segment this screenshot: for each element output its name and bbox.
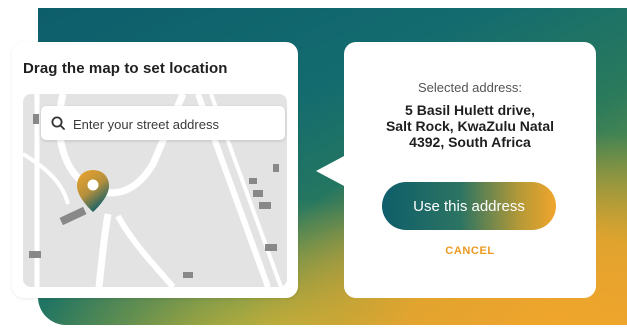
- map-card: Drag the map to set location: [12, 42, 298, 298]
- selected-address-label: Selected address:: [417, 80, 523, 95]
- cancel-link[interactable]: CANCEL: [344, 245, 596, 257]
- selected-address-text: 5 Basil Hulett drive, Salt Rock, KwaZulu…: [344, 102, 596, 150]
- address-line-2: Salt Rock, KwaZulu Natal: [385, 118, 555, 134]
- address-line-1: 5 Basil Hulett drive,: [405, 102, 535, 118]
- use-this-address-button[interactable]: Use this address: [382, 182, 556, 230]
- street-address-input[interactable]: [71, 112, 275, 136]
- street-address-search[interactable]: [41, 106, 285, 140]
- map-pin-icon[interactable]: [74, 168, 112, 214]
- address-line-3: 4392, South Africa: [409, 134, 531, 150]
- search-icon: [51, 116, 65, 130]
- map-card-title: Drag the map to set location: [23, 60, 228, 77]
- selected-address-card: Selected address: 5 Basil Hulett drive, …: [344, 42, 596, 298]
- callout-pointer: [316, 155, 346, 187]
